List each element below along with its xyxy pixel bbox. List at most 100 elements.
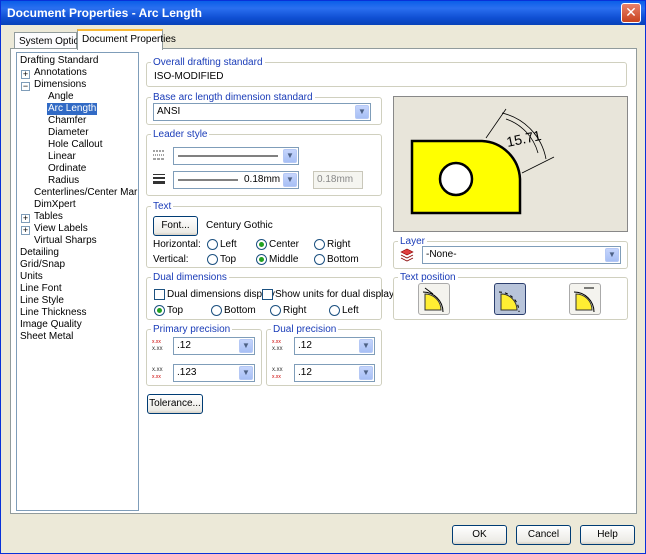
tree-item-virtual-sharps[interactable]: Virtual Sharps [34, 235, 97, 247]
dual-tolerance-precision-select[interactable]: .12 ▼ [294, 364, 375, 382]
chevron-down-icon: ▼ [239, 339, 253, 353]
show-units-label: Show units for dual display [275, 289, 394, 300]
v-top-radio[interactable] [207, 254, 218, 265]
tree-item-drafting-standard[interactable]: Drafting Standard [20, 55, 98, 67]
broken-leader-text-icon [498, 291, 520, 313]
close-icon: ✕ [625, 4, 637, 20]
font-button[interactable]: Font... [153, 216, 198, 236]
h-center-label: Center [269, 239, 300, 250]
chevron-down-icon: ▼ [355, 105, 369, 119]
h-right-radio[interactable] [314, 239, 325, 250]
dimension-preview: 15.71 [393, 96, 628, 232]
dual-bottom-radio[interactable] [211, 305, 222, 316]
precision-value-icon: x.xx x.xx [152, 339, 163, 352]
tree-item-diameter[interactable]: Diameter [48, 127, 89, 139]
base-standard-select[interactable]: ANSI ▼ [153, 103, 371, 121]
tree-item-angle[interactable]: Angle [48, 91, 74, 103]
v-top-label: Top [220, 254, 237, 265]
svg-text:x.xx: x.xx [152, 339, 161, 345]
close-button[interactable]: ✕ [621, 3, 641, 23]
tab-document-properties[interactable]: Document Properties [77, 29, 176, 50]
h-left-radio[interactable] [207, 239, 218, 250]
tree-item-radius[interactable]: Radius [48, 175, 79, 187]
tree-item-detailing[interactable]: Detailing [20, 247, 59, 259]
ok-button[interactable]: OK [452, 525, 507, 545]
dual-left-label: Left [342, 305, 359, 316]
chevron-down-icon: ▼ [359, 339, 373, 353]
tree-item-arc-length[interactable]: Arc Length [47, 103, 98, 115]
text-label: Text [151, 201, 174, 212]
title-bar: Document Properties - Arc Length ✕ [1, 1, 645, 25]
thin-line-icon [178, 179, 238, 181]
dual-tolerance-precision-value: .12 [298, 367, 312, 378]
svg-text:x.xx: x.xx [272, 367, 283, 373]
expand-icon[interactable]: + [21, 214, 30, 223]
collapse-icon[interactable]: − [21, 82, 30, 91]
primary-tolerance-precision-select[interactable]: .123 ▼ [173, 364, 255, 382]
tree-item-centerlines[interactable]: Centerlines/Center Marks [34, 187, 138, 199]
tolerance-button[interactable]: Tolerance... [147, 394, 203, 414]
cancel-button[interactable]: Cancel [516, 525, 571, 545]
tree-item-linear[interactable]: Linear [48, 151, 76, 163]
arc-length-preview-graphic: 15.71 [410, 108, 555, 215]
dual-precision-select[interactable]: .12 ▼ [294, 337, 375, 355]
expand-icon[interactable]: + [21, 70, 30, 79]
options-tree[interactable]: Drafting Standard + Annotations − Dimens… [16, 52, 139, 511]
tree-item-units[interactable]: Units [20, 271, 43, 283]
base-standard-value: ANSI [157, 106, 181, 117]
tree-item-ordinate[interactable]: Ordinate [48, 163, 86, 175]
dual-top-label: Top [167, 305, 184, 316]
tree-item-image-quality[interactable]: Image Quality [20, 319, 82, 331]
text-position-broken-leader-button[interactable] [494, 283, 526, 315]
primary-tolerance-precision-value: .123 [177, 367, 197, 378]
tree-item-view-labels[interactable]: View Labels [34, 223, 88, 235]
h-center-radio[interactable] [256, 239, 267, 250]
dual-display-label: Dual dimensions display [167, 289, 275, 300]
precision-value-icon: x.xx x.xx [272, 339, 283, 352]
tree-item-annotations[interactable]: Annotations [34, 67, 87, 79]
leader-thickness-value: 0.18mm [244, 174, 281, 185]
help-button[interactable]: Help [580, 525, 635, 545]
tree-item-line-font[interactable]: Line Font [20, 283, 62, 295]
svg-text:x.xx: x.xx [152, 374, 161, 379]
tree-item-line-style[interactable]: Line Style [20, 295, 64, 307]
v-middle-radio[interactable] [256, 254, 267, 265]
tree-item-tables[interactable]: Tables [34, 211, 63, 223]
horizontal-text-icon [573, 287, 595, 313]
v-middle-label: Middle [269, 254, 299, 265]
vertical-label: Vertical: [153, 254, 189, 265]
layer-select[interactable]: -None- ▼ [422, 246, 621, 264]
custom-thickness-input[interactable]: 0.18mm [313, 171, 363, 189]
text-position-solid-leader-button[interactable] [418, 283, 450, 315]
v-bottom-radio[interactable] [314, 254, 325, 265]
show-units-checkbox[interactable] [262, 289, 273, 300]
primary-precision-select[interactable]: .12 ▼ [173, 337, 255, 355]
text-position-horizontal-button[interactable] [569, 283, 601, 315]
dual-top-radio[interactable] [154, 305, 165, 316]
dual-precision-label: Dual precision [271, 324, 339, 335]
base-standard-label: Base arc length dimension standard [151, 92, 315, 103]
expand-icon[interactable]: + [21, 226, 30, 235]
tree-item-sheet-metal[interactable]: Sheet Metal [20, 331, 73, 343]
layers-icon [400, 248, 414, 262]
dual-right-radio[interactable] [270, 305, 281, 316]
dual-precision-value: .12 [298, 340, 312, 351]
chevron-down-icon: ▼ [605, 248, 619, 262]
tree-item-grid-snap[interactable]: Grid/Snap [20, 259, 65, 271]
leader-line-style-select[interactable]: ▼ [173, 147, 299, 165]
chevron-down-icon: ▼ [359, 366, 373, 380]
tree-item-hole-callout[interactable]: Hole Callout [48, 139, 102, 151]
primary-precision-label: Primary precision [151, 324, 233, 335]
svg-text:x.xx: x.xx [272, 339, 281, 345]
tree-item-dimxpert[interactable]: DimXpert [34, 199, 76, 211]
line-style-icon [153, 150, 165, 160]
leader-style-label: Leader style [151, 129, 210, 140]
svg-text:x.xx: x.xx [272, 346, 283, 352]
tree-item-dimensions[interactable]: Dimensions [34, 79, 86, 91]
leader-thickness-select[interactable]: 0.18mm ▼ [173, 171, 299, 189]
dialog-window: Document Properties - Arc Length ✕ Syste… [0, 0, 646, 554]
dual-left-radio[interactable] [329, 305, 340, 316]
dual-display-checkbox[interactable] [154, 289, 165, 300]
tree-item-chamfer[interactable]: Chamfer [48, 115, 86, 127]
tree-item-line-thickness[interactable]: Line Thickness [20, 307, 87, 319]
